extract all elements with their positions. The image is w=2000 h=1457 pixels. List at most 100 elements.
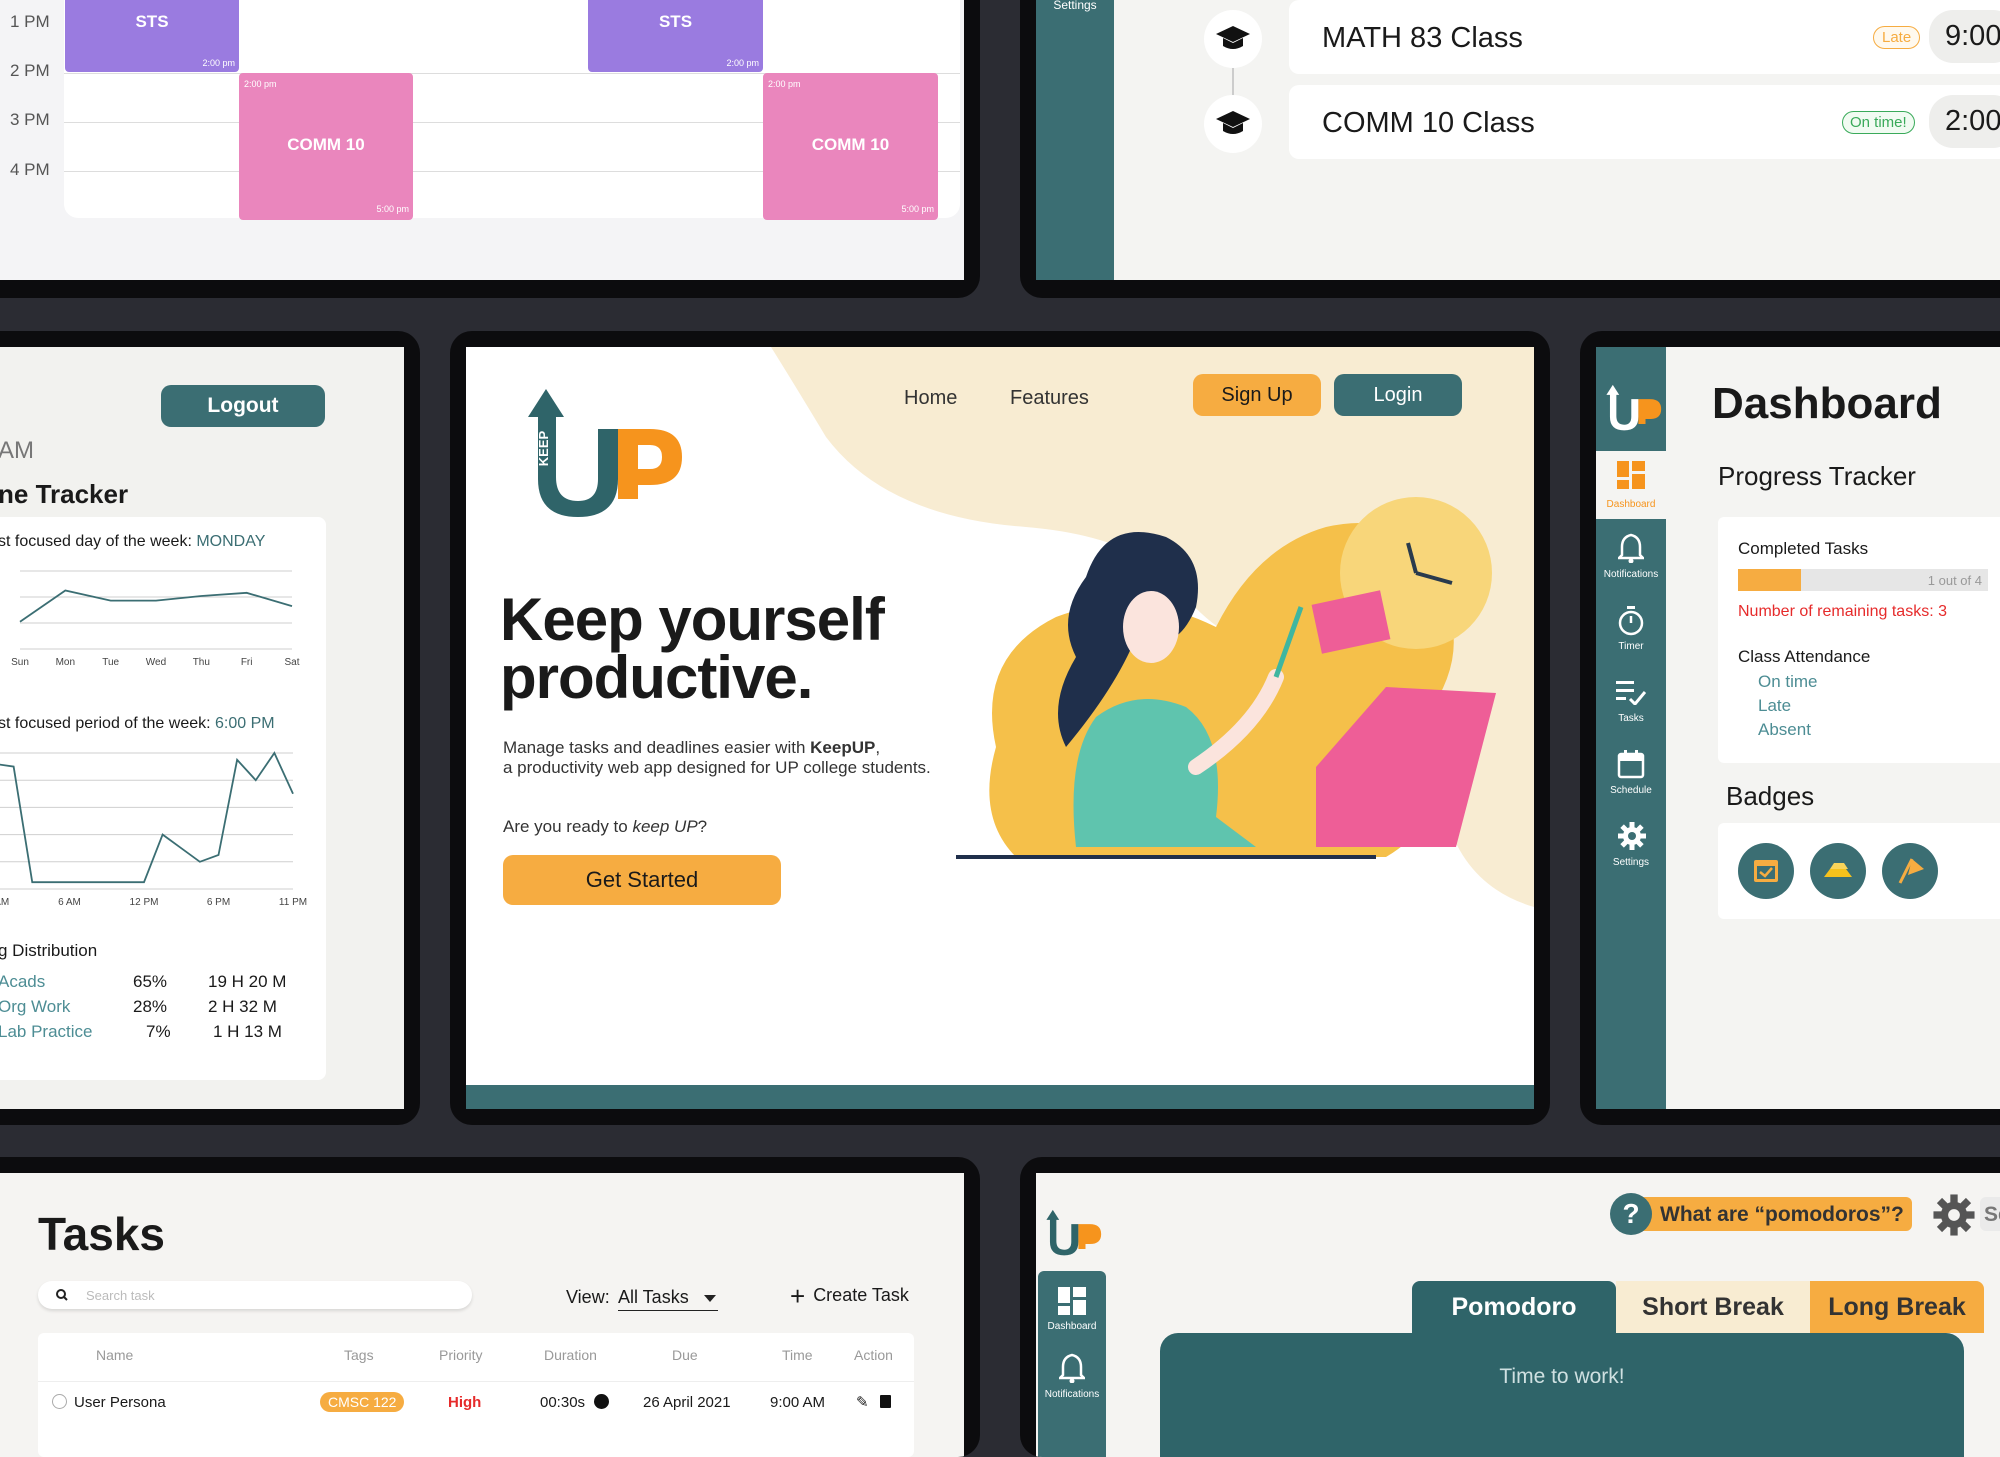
graduation-cap-icon: [1204, 95, 1262, 153]
sidebar-item-notifications[interactable]: Notifications: [1038, 1347, 1106, 1411]
event-label: COMM 10: [811, 135, 890, 154]
tracker-card: st focused day of the week: MONDAY minmi…: [0, 517, 326, 1080]
schedule-item[interactable]: MATH 83 Class Late 9:00: [1289, 0, 2000, 74]
tab-long-break[interactable]: Long Break: [1810, 1281, 1984, 1333]
distribution-percent: 7%: [146, 1022, 171, 1041]
sidebar-item-dashboard[interactable]: Dashboard: [1038, 1277, 1106, 1341]
calendar-event-comm10[interactable]: 2:00 pm COMM 10 5:00 pm: [239, 73, 413, 220]
time-label: 4 PM: [10, 160, 50, 179]
x-tick-label: Fri: [241, 657, 253, 668]
dashboard-screen: Dashboard Notifications Timer Tasks Sche…: [1596, 347, 2000, 1109]
distribution-percent: 28%: [133, 997, 168, 1016]
series-line: [19, 589, 293, 623]
table-row[interactable]: User Persona CMSC 122 High 00:30s 26 Apr…: [38, 1381, 914, 1421]
timer-message: Time to work!: [1499, 1365, 1625, 1388]
distribution-name: Org Work: [0, 997, 71, 1016]
sidebar-label: Dashboard: [1047, 1321, 1097, 1332]
stopwatch-icon: [1618, 606, 1644, 636]
task-priority: High: [448, 1394, 482, 1411]
sidebar-label: Tasks: [1618, 713, 1644, 724]
hero-illustration: [956, 497, 1496, 859]
search-icon: [56, 1289, 68, 1301]
task-due: 26 April 2021: [643, 1394, 731, 1411]
nav-link-features[interactable]: Features: [1010, 387, 1089, 410]
event-label: COMM 10: [287, 135, 365, 154]
progress-text: 1 out of 4: [1927, 573, 1982, 588]
search-input[interactable]: Search task: [38, 1281, 472, 1309]
landing-frame: KEEP Home Features Sign Up Login Keep yo…: [450, 331, 1550, 1125]
column-header: Time: [782, 1347, 813, 1363]
tasks-screen: Tasks Search task View: All Tasks + Creat…: [0, 1173, 964, 1457]
pomodoro-screen: Dashboard Notifications ? What are “pomo…: [1036, 1173, 2000, 1457]
edit-icon[interactable]: ✎: [856, 1393, 869, 1411]
calendar-event-comm10[interactable]: 2:00 pm COMM 10 5:00 pm: [763, 73, 938, 220]
calendar-icon: [1617, 750, 1645, 779]
event-start-time: 2:00 pm: [768, 79, 801, 89]
column-header: Name: [96, 1347, 134, 1363]
schedule-item-title: COMM 10 Class: [1322, 107, 1535, 139]
distribution-percent: 65%: [133, 972, 168, 991]
tab-pomodoro[interactable]: Pomodoro: [1412, 1281, 1616, 1333]
create-task-label: Create Task: [813, 1285, 909, 1305]
desc-punct: ,: [875, 738, 881, 757]
sign-up-button[interactable]: Sign Up: [1193, 374, 1321, 416]
distribution-title: g Distribution: [0, 941, 98, 960]
x-tick-label: 6 AM: [58, 897, 81, 908]
help-button[interactable]: ? What are “pomodoros”?: [1610, 1193, 1912, 1235]
view-select[interactable]: All Tasks: [618, 1285, 718, 1311]
play-icon[interactable]: [594, 1394, 609, 1409]
progress-card: Completed Tasks 1 out of 4 Number of rem…: [1718, 517, 2000, 763]
sidebar-item-settings[interactable]: Settings: [1036, 0, 1114, 12]
check-circle-icon[interactable]: [52, 1394, 67, 1409]
sidebar-item-settings[interactable]: Settings: [1596, 815, 1666, 883]
pomodoro-frame: Dashboard Notifications ? What are “pomo…: [1020, 1157, 2000, 1457]
nav-link-home[interactable]: Home: [904, 387, 957, 410]
person-face: [1123, 591, 1179, 663]
x-tick-label: Thu: [193, 657, 210, 668]
series-line: [0, 751, 294, 884]
x-tick-label: 12 AM: [0, 897, 9, 908]
keepup-logo: KEEP: [510, 389, 690, 519]
calendar-badge-icon[interactable]: [1738, 843, 1794, 899]
sidebar-item-tasks[interactable]: Tasks: [1596, 671, 1666, 739]
time-label: 3 PM: [10, 110, 50, 129]
status-badge: Late: [1873, 26, 1921, 49]
bell-icon: [1059, 1353, 1085, 1383]
gold-bars-badge-icon[interactable]: [1810, 843, 1866, 899]
pomodoro-sidebar: Dashboard Notifications: [1038, 1271, 1106, 1457]
schedule-item[interactable]: COMM 10 Class On time! 2:00: [1289, 85, 2000, 159]
focused-day-label: st focused day of the week:: [0, 533, 192, 550]
badges-card: [1718, 823, 2000, 919]
sidebar-item-schedule[interactable]: Schedule: [1596, 743, 1666, 811]
calendar-event-sts[interactable]: STS 2:00 pm: [65, 0, 239, 72]
completed-tasks-label: Completed Tasks: [1738, 539, 1869, 558]
tab-short-break[interactable]: Short Break: [1616, 1281, 1810, 1333]
distribution-time: 19 H 20 M: [208, 972, 287, 991]
remaining-tasks-text: Number of remaining tasks: 3: [1738, 603, 1947, 620]
trash-icon[interactable]: [880, 1395, 891, 1408]
desc-brand: KeepUP: [810, 738, 876, 757]
flag-badge-icon[interactable]: [1882, 843, 1938, 899]
sidebar-item-timer[interactable]: Timer: [1596, 599, 1666, 667]
settings-button[interactable]: Set: [1932, 1191, 2000, 1237]
question-icon: ?: [1610, 1193, 1652, 1235]
progress-bar: 1 out of 4: [1738, 569, 1988, 591]
logout-button[interactable]: Logout: [161, 385, 325, 427]
distribution-name: Lab Practice: [0, 1022, 93, 1041]
timer-panel: Time to work!: [1160, 1333, 1964, 1457]
get-started-button[interactable]: Get Started: [503, 855, 781, 905]
sidebar-item-notifications[interactable]: Notifications: [1596, 525, 1666, 593]
ready-emphasis: keep UP: [632, 817, 698, 836]
calendar-event-sts[interactable]: STS 2:00 pm: [588, 0, 763, 72]
sidebar-item-dashboard[interactable]: Dashboard: [1596, 451, 1666, 519]
schedule-frame: Settings MATH 83 Class Late 9:00 COMM 10…: [1020, 0, 2000, 298]
column-header: Tags: [344, 1347, 374, 1363]
create-task-button[interactable]: + Create Task: [790, 1281, 909, 1312]
time-label: 1 PM: [10, 12, 50, 31]
page-title: Dashboard: [1712, 379, 1942, 428]
graduation-cap-icon: [1204, 10, 1262, 68]
ready-prompt: Are you ready to keep UP?: [503, 817, 707, 837]
event-label: STS: [658, 12, 693, 31]
login-button[interactable]: Login: [1334, 374, 1462, 416]
x-tick-label: 11 PM: [279, 897, 307, 908]
